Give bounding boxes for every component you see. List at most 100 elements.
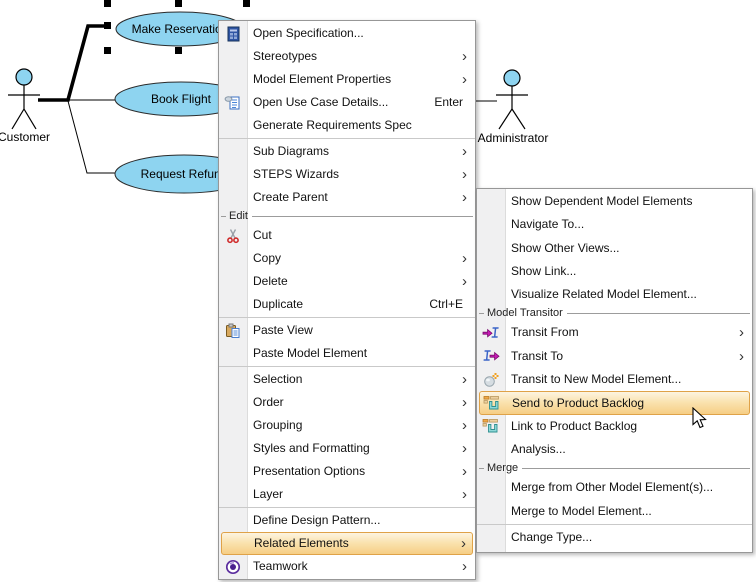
menu-item-selection[interactable]: Selection › xyxy=(219,368,475,391)
menu-group-separator-edit: Edit xyxy=(219,209,475,224)
menu-item-related-elements[interactable]: Related Elements › xyxy=(221,532,473,555)
menu-separator xyxy=(219,366,475,367)
association-customer-make-reservation[interactable] xyxy=(38,26,106,100)
submenu-arrow-icon: › xyxy=(461,533,466,554)
shortcut-label: Ctrl+E xyxy=(429,293,463,316)
link-to-product-backlog-icon xyxy=(482,417,500,435)
menu-item-steps-wizards[interactable]: STEPS Wizards › xyxy=(219,163,475,186)
menu-item-label: Generate Requirements Spec xyxy=(253,118,412,132)
menu-item-label: STEPS Wizards xyxy=(253,167,339,181)
related-elements-submenu: Show Dependent Model Elements Navigate T… xyxy=(476,188,753,553)
menu-item-analysis[interactable]: Analysis... xyxy=(477,438,752,461)
menu-item-label: Styles and Formatting xyxy=(253,441,370,455)
submenu-arrow-icon: › xyxy=(462,247,467,270)
menu-item-model-element-properties[interactable]: Model Element Properties › xyxy=(219,68,475,91)
use-case-label: Request Refund xyxy=(141,167,228,181)
submenu-arrow-icon: › xyxy=(739,321,744,344)
actor-label: Administrator xyxy=(478,131,549,145)
open-use-case-details-icon xyxy=(224,94,242,112)
menu-item-teamwork[interactable]: Teamwork › xyxy=(219,555,475,578)
menu-item-label: Link to Product Backlog xyxy=(511,419,637,433)
menu-item-show-link[interactable]: Show Link... xyxy=(477,260,752,283)
menu-item-grouping[interactable]: Grouping › xyxy=(219,414,475,437)
menu-item-label: Related Elements xyxy=(254,536,349,550)
menu-separator xyxy=(219,138,475,139)
menu-item-copy[interactable]: Copy › xyxy=(219,247,475,270)
menu-item-merge-from-other-model-elements[interactable]: Merge from Other Model Element(s)... xyxy=(477,476,752,499)
menu-item-layer[interactable]: Layer › xyxy=(219,483,475,506)
submenu-arrow-icon: › xyxy=(462,555,467,578)
menu-group-separator-merge: Merge xyxy=(477,461,752,476)
menu-item-label: Selection xyxy=(253,372,302,386)
menu-item-open-specification[interactable]: Open Specification... xyxy=(219,22,475,45)
menu-item-label: Transit From xyxy=(511,325,579,339)
menu-item-merge-to-model-element[interactable]: Merge to Model Element... xyxy=(477,500,752,523)
submenu-arrow-icon: › xyxy=(462,163,467,186)
menu-item-label: Stereotypes xyxy=(253,49,317,63)
menu-item-label: Cut xyxy=(253,228,272,242)
open-specification-icon xyxy=(224,25,242,43)
actor-administrator[interactable]: Administrator xyxy=(478,70,549,145)
menu-item-transit-to-new-model-element[interactable]: Transit to New Model Element... xyxy=(477,368,752,391)
submenu-arrow-icon: › xyxy=(462,368,467,391)
menu-item-generate-requirements-spec[interactable]: Generate Requirements Spec xyxy=(219,114,475,137)
menu-item-order[interactable]: Order › xyxy=(219,391,475,414)
submenu-arrow-icon: › xyxy=(462,45,467,68)
menu-separator xyxy=(477,524,752,525)
menu-item-paste-model-element[interactable]: Paste Model Element xyxy=(219,342,475,365)
group-label: Model Transitor xyxy=(484,306,567,321)
menu-item-delete[interactable]: Delete › xyxy=(219,270,475,293)
menu-item-label: Change Type... xyxy=(511,530,592,544)
menu-item-send-to-product-backlog[interactable]: Send to Product Backlog xyxy=(479,391,750,414)
menu-item-link-to-product-backlog[interactable]: Link to Product Backlog xyxy=(477,415,752,438)
submenu-arrow-icon: › xyxy=(462,68,467,91)
menu-item-define-design-pattern[interactable]: Define Design Pattern... xyxy=(219,509,475,532)
menu-item-show-dependent-model-elements[interactable]: Show Dependent Model Elements xyxy=(477,190,752,213)
submenu-arrow-icon: › xyxy=(462,186,467,209)
association-customer-request-refund[interactable] xyxy=(68,101,116,173)
menu-item-stereotypes[interactable]: Stereotypes › xyxy=(219,45,475,68)
menu-item-label: Paste Model Element xyxy=(253,346,367,360)
menu-item-create-parent[interactable]: Create Parent › xyxy=(219,186,475,209)
menu-item-label: Model Element Properties xyxy=(253,72,391,86)
use-case-label: Make Reservation xyxy=(132,22,229,36)
submenu-arrow-icon: › xyxy=(462,391,467,414)
menu-item-label: Create Parent xyxy=(253,190,328,204)
transit-to-icon xyxy=(482,347,500,365)
menu-item-label: Merge to Model Element... xyxy=(511,504,652,518)
menu-item-transit-from[interactable]: Transit From › xyxy=(477,321,752,344)
menu-item-label: Delete xyxy=(253,274,288,288)
submenu-arrow-icon: › xyxy=(462,414,467,437)
actor-customer[interactable]: Customer xyxy=(0,69,50,144)
submenu-arrow-icon: › xyxy=(739,345,744,368)
use-case-label: Book Flight xyxy=(151,92,212,106)
actor-label: Customer xyxy=(0,130,50,144)
menu-item-navigate-to[interactable]: Navigate To... xyxy=(477,213,752,236)
menu-item-transit-to[interactable]: Transit To › xyxy=(477,345,752,368)
menu-separator xyxy=(219,317,475,318)
menu-item-open-use-case-details[interactable]: Open Use Case Details... Enter xyxy=(219,91,475,114)
menu-item-change-type[interactable]: Change Type... xyxy=(477,526,752,549)
menu-item-presentation-options[interactable]: Presentation Options › xyxy=(219,460,475,483)
submenu-arrow-icon: › xyxy=(462,270,467,293)
menu-item-paste-view[interactable]: Paste View xyxy=(219,319,475,342)
menu-item-label: Grouping xyxy=(253,418,302,432)
send-to-product-backlog-icon xyxy=(483,394,501,412)
menu-item-label: Open Use Case Details... xyxy=(253,95,388,109)
transit-to-new-model-element-icon xyxy=(482,371,500,389)
menu-item-label: Transit To xyxy=(511,349,563,363)
menu-item-cut[interactable]: Cut xyxy=(219,224,475,247)
menu-item-show-other-views[interactable]: Show Other Views... xyxy=(477,237,752,260)
menu-item-visualize-related-model-element[interactable]: Visualize Related Model Element... xyxy=(477,283,752,306)
menu-item-label: Teamwork xyxy=(253,559,308,573)
menu-item-duplicate[interactable]: Duplicate Ctrl+E xyxy=(219,293,475,316)
submenu-arrow-icon: › xyxy=(462,437,467,460)
menu-item-sub-diagrams[interactable]: Sub Diagrams › xyxy=(219,140,475,163)
menu-item-label: Open Specification... xyxy=(253,26,364,40)
menu-item-label: Duplicate xyxy=(253,297,303,311)
group-label: Edit xyxy=(226,209,252,224)
transit-from-icon xyxy=(482,324,500,342)
shortcut-label: Enter xyxy=(434,91,463,114)
menu-item-styles-and-formatting[interactable]: Styles and Formatting › xyxy=(219,437,475,460)
menu-item-label: Layer xyxy=(253,487,283,501)
